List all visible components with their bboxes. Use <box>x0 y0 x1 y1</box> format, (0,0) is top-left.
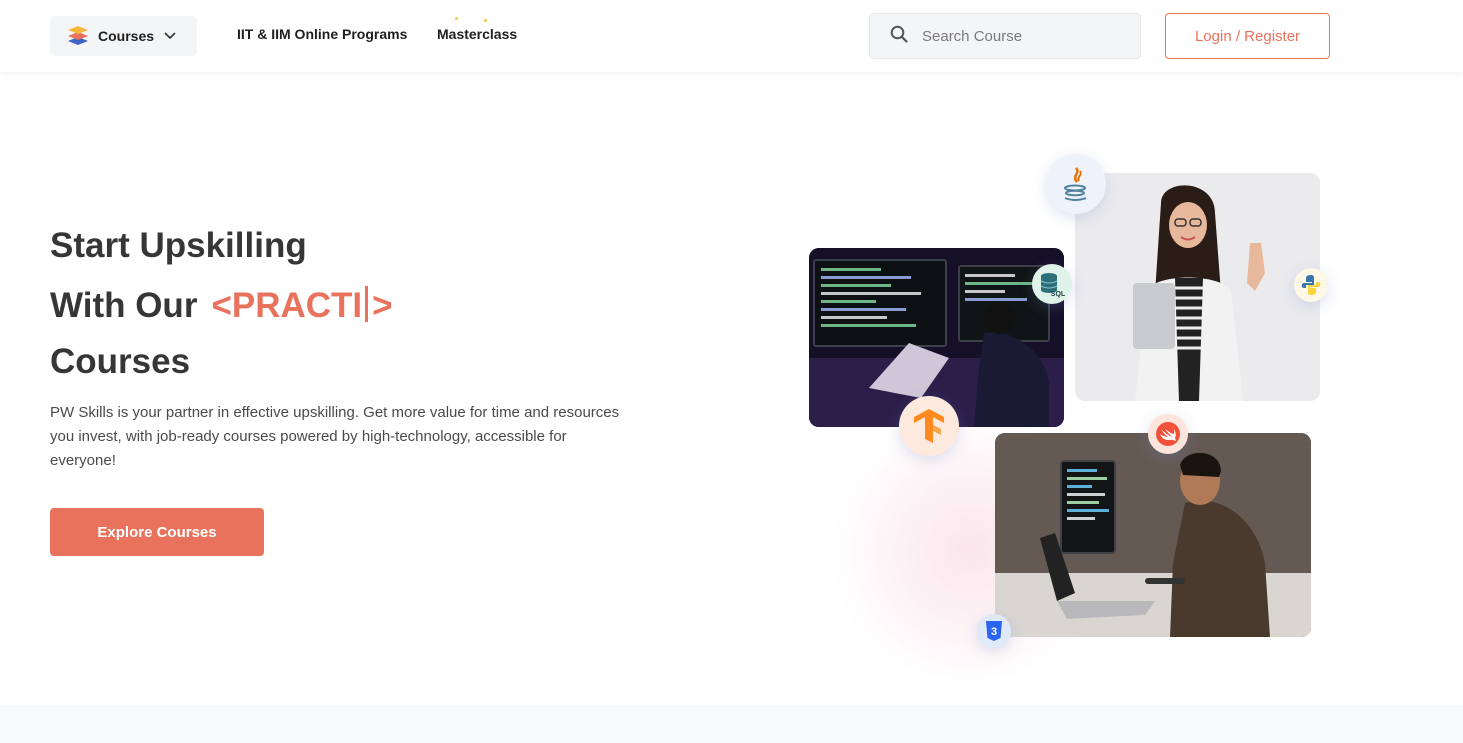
swift-icon <box>1148 414 1188 454</box>
hero-title-line-1: Start Upskilling <box>50 226 307 265</box>
sql-database-icon: SQL <box>1032 264 1072 304</box>
sql-badge-text: SQL <box>1051 291 1066 298</box>
hero-description: PW Skills is your partner in effective u… <box>50 404 620 469</box>
chevron-down-icon <box>164 27 176 45</box>
student-woman-image <box>1075 173 1320 401</box>
hero-title-line-3: Courses <box>50 342 191 381</box>
tensorflow-icon <box>899 396 959 456</box>
courses-stack-icon <box>66 22 90 51</box>
sparkle-icon <box>455 17 458 20</box>
css-badge-text: 3 <box>991 626 997 638</box>
python-icon <box>1294 268 1328 302</box>
nav-iit-iim-programs[interactable]: IIT & IIM Online Programs <box>237 26 407 42</box>
java-icon <box>1046 154 1106 214</box>
nav-masterclass[interactable]: Masterclass <box>437 26 517 42</box>
explore-courses-button[interactable]: Explore Courses <box>50 508 264 556</box>
search-input[interactable] <box>922 27 1122 45</box>
hero-title-prefix: With Our <box>50 286 198 325</box>
sparkle-icon <box>484 19 487 22</box>
typed-word-text: <PRACTI <box>211 286 363 325</box>
hero-title-line-2: With Our <PRACTI > <box>50 286 393 326</box>
courses-label: Courses <box>98 28 155 44</box>
search-box[interactable] <box>869 13 1141 59</box>
login-register-button[interactable]: Login / Register <box>1165 13 1330 59</box>
search-icon <box>890 25 908 48</box>
student-man-image <box>995 433 1311 637</box>
typed-word-close: > <box>372 286 393 325</box>
css3-icon: 3 <box>977 614 1011 648</box>
typed-word: <PRACTI > <box>211 286 393 325</box>
top-navbar: Courses IIT & IIM Online Programs Master… <box>0 0 1463 72</box>
typing-caret <box>365 286 369 322</box>
next-section-band <box>0 705 1463 743</box>
courses-dropdown-button[interactable]: Courses <box>50 16 197 56</box>
